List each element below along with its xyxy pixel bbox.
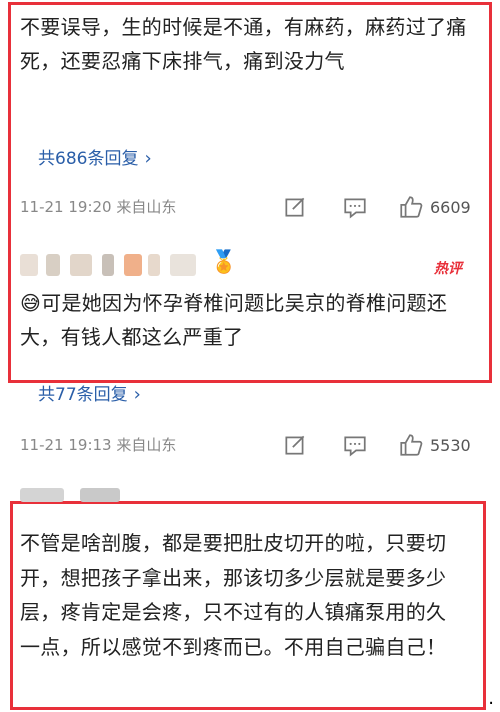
comment-time: 11-21 19:13 来自山东 bbox=[20, 436, 177, 454]
replies-label: 共686条回复 bbox=[38, 149, 139, 169]
comment-meta: 11-21 19:20 来自山东 6609 bbox=[20, 196, 486, 220]
end-mark: . bbox=[488, 688, 494, 709]
comment-text: 不管是啥剖腹，都是要把肚皮切开的啦，只要切开，想把孩子拿出来，那该切多少层就是要… bbox=[20, 531, 447, 659]
hot-comment-tag: 热评 bbox=[434, 261, 462, 277]
view-replies-link[interactable]: 共686条回复 › bbox=[38, 144, 152, 169]
like-count: 5530 bbox=[430, 436, 471, 455]
like-count: 6609 bbox=[430, 198, 471, 217]
comment-body: 可是她因为怀孕脊椎问题比吴京的脊椎问题还大，有钱人都这么严重了 bbox=[20, 291, 448, 349]
thumbs-up-icon[interactable] bbox=[398, 194, 424, 220]
chevron-right-icon: › bbox=[144, 148, 152, 169]
chevron-right-icon: › bbox=[133, 384, 141, 405]
edit-icon[interactable] bbox=[282, 194, 308, 220]
edit-icon[interactable] bbox=[282, 432, 308, 458]
view-replies-link[interactable]: 共77条回复 › bbox=[38, 380, 141, 405]
comment-icon[interactable] bbox=[342, 194, 368, 220]
comment-text: 不要误导，生的时候是不通，有麻药，麻药过了痛死，还要忍痛下床排气，痛到没力气 bbox=[20, 15, 467, 73]
comment-text: 😅可是她因为怀孕脊椎问题比吴京的脊椎问题还大，有钱人都这么严重了 bbox=[20, 286, 475, 354]
comment-icon[interactable] bbox=[342, 432, 368, 458]
replies-label: 共77条回复 bbox=[38, 385, 128, 405]
badge-icon: 🏅 bbox=[210, 250, 238, 275]
comment-meta: 11-21 19:13 来自山东 5530 bbox=[20, 434, 486, 458]
thumbs-up-icon[interactable] bbox=[398, 432, 424, 458]
sweat-smile-emoji: 😅 bbox=[20, 291, 42, 315]
comment-time: 11-21 19:20 来自山东 bbox=[20, 198, 177, 216]
